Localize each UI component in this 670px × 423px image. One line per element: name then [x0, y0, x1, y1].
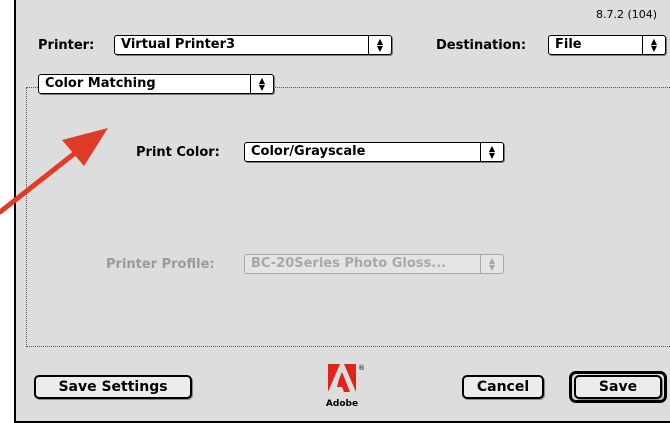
red-arrow-icon: [0, 128, 108, 215]
